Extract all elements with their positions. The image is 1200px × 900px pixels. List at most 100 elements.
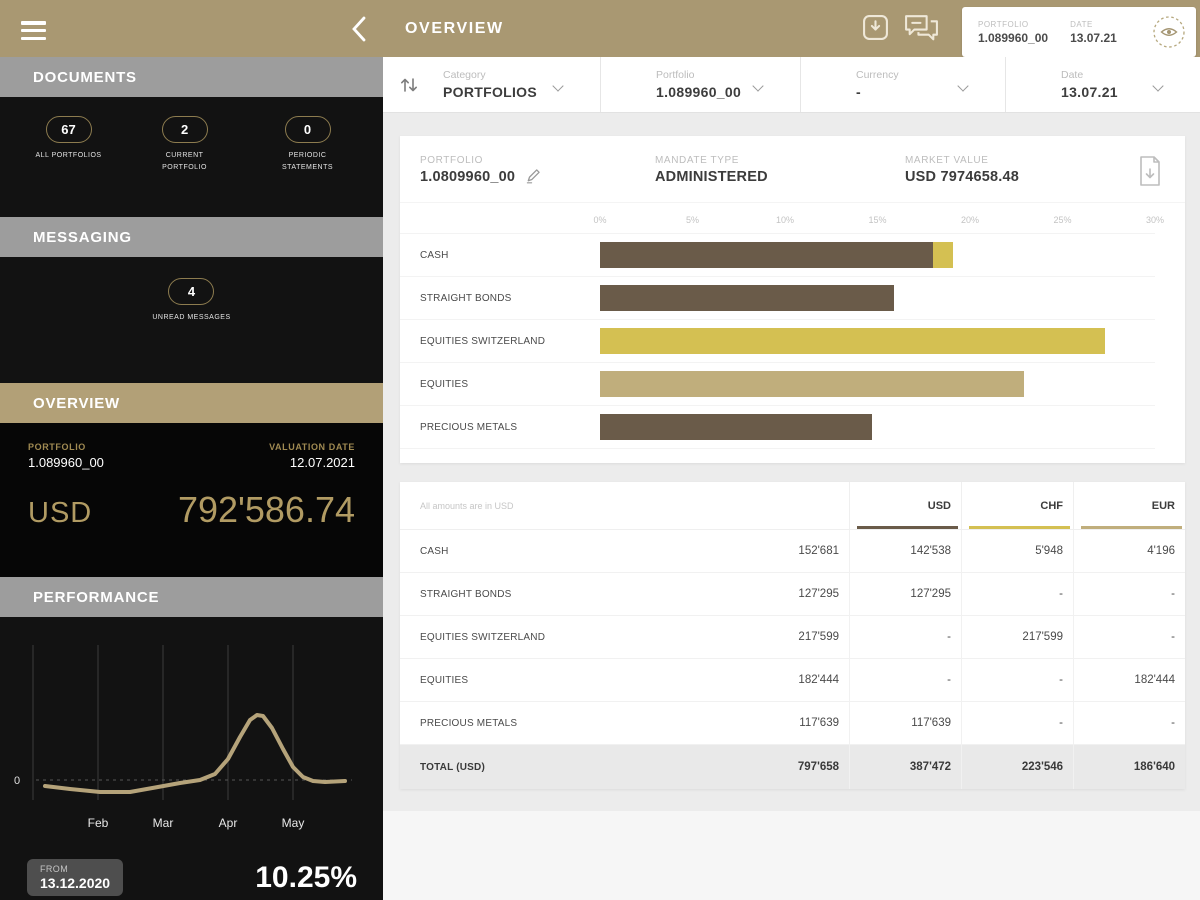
row-base-value: 152'681 [798, 545, 839, 557]
table-row: EQUITIES 182'444- -182'444 [400, 659, 1185, 702]
row-base-value: 217'599 [798, 631, 839, 643]
table-total-row: TOTAL (USD) 797'658 387'472 223'546 186'640 [400, 745, 1185, 789]
bar-segment [600, 414, 872, 440]
bar-label: STRAIGHT BONDS [420, 292, 512, 304]
sidebar-section-documents[interactable]: DOCUMENTS [0, 57, 383, 97]
menu-icon[interactable] [21, 17, 46, 44]
topbar-date-value: 13.07.21 [1070, 30, 1117, 45]
overview-currency: USD [28, 497, 93, 529]
detail-market-value: MARKET VALUE USD 7974658.48 [905, 155, 1137, 185]
chat-icon[interactable] [903, 13, 940, 42]
eye-icon[interactable] [1152, 15, 1186, 49]
document-download-icon[interactable] [862, 14, 889, 41]
sidebar-section-messaging[interactable]: MESSAGING [0, 217, 383, 257]
currency-column-eur[interactable]: EUR [1073, 482, 1185, 529]
filter-value: PORTFOLIOS [443, 84, 537, 100]
row-currency-value: 182'444 [1073, 659, 1185, 701]
row-base-value: 182'444 [798, 674, 839, 686]
documents-badge[interactable]: 67 ALL PORTFOLIOS [35, 116, 101, 162]
row-label: CASH [420, 545, 449, 557]
performance-return: 10.25% [255, 860, 357, 894]
topbar-portfolio: PORTFOLIO 1.089960_00 [978, 20, 1048, 45]
documents-panel: 67 ALL PORTFOLIOS 2 CURRENT PORTFOLIO 0 PERIO… [0, 97, 383, 217]
filter-category[interactable]: Category PORTFOLIOS [435, 57, 600, 112]
edit-icon[interactable] [525, 167, 542, 184]
from-label: FROM [40, 864, 69, 874]
svg-text:Apr: Apr [219, 816, 238, 830]
back-icon[interactable] [351, 15, 367, 43]
badge-label: UNREAD MESSAGES [152, 314, 231, 321]
row-currency-value: 223'546 [961, 745, 1073, 789]
bar-segment [600, 371, 1024, 397]
detail-mandate-value: ADMINISTERED [655, 169, 768, 185]
sidebar-section-overview[interactable]: OVERVIEW [0, 383, 383, 423]
topbar-portfolio-value: 1.089960_00 [978, 30, 1049, 45]
axis-tick: 20% [960, 215, 980, 225]
filter-portfolio[interactable]: Portfolio 1.089960_00 [600, 57, 800, 112]
row-currency-value: 4'196 [1073, 530, 1185, 572]
currency-underline [1081, 526, 1182, 529]
bar-label: PRECIOUS METALS [420, 421, 518, 433]
axis-tick: 10% [775, 215, 795, 225]
row-currency-value: 117'639 [849, 702, 961, 744]
bar-row: STRAIGHT BONDS [400, 277, 1155, 320]
documents-badge[interactable]: 0 PERIODIC STATEMENTS [268, 116, 348, 174]
bar-track [600, 242, 1155, 268]
overview-portfolio-label: PORTFOLIO [28, 442, 86, 452]
overview-portfolio-value: 1.089960_00 [28, 455, 104, 470]
bar-segment [600, 285, 895, 311]
row-currency-value: - [961, 573, 1073, 615]
filter-label: Date [1061, 69, 1084, 81]
bar-track [600, 285, 1155, 311]
bar-segment [600, 328, 1106, 354]
detail-mandate-label: MANDATE TYPE [655, 155, 740, 166]
axis-tick: 15% [868, 215, 887, 225]
portfolio-detail-row: PORTFOLIO 1.0809960_00 MANDATE TYPE ADMI… [400, 136, 1185, 203]
overview-valuation-label: VALUATION DATE [269, 442, 355, 452]
badge-label: PERIODIC STATEMENTS [282, 152, 334, 171]
compare-arrows-icon[interactable] [383, 57, 435, 112]
detail-market-value-text: USD 7974658.48 [905, 169, 1020, 185]
messaging-badge[interactable]: 4 UNREAD MESSAGES [152, 278, 230, 324]
table-row: EQUITIES SWITZERLAND 217'599-217'599- [400, 616, 1185, 659]
currency-columns: USD CHF EUR [849, 482, 1185, 529]
row-currency-value: - [1073, 702, 1185, 744]
from-date-button[interactable]: FROM 13.12.2020 [27, 859, 124, 896]
bar-label: CASH [420, 249, 449, 261]
detail-market-label: MARKET VALUE [905, 155, 989, 166]
performance-title: PERFORMANCE [33, 588, 160, 606]
currency-column-chf[interactable]: CHF [961, 482, 1073, 529]
messaging-panel: 4 UNREAD MESSAGES [0, 257, 383, 383]
filter-bar: Category PORTFOLIOS Portfolio 1.089960_00 Cu… [383, 57, 1200, 113]
badge-count: 2 [161, 116, 208, 143]
from-value: 13.12.2020 [40, 875, 111, 891]
row-currency-value: 5'948 [961, 530, 1073, 572]
performance-chart: 0 Feb Mar Apr May [14, 645, 352, 830]
currency-underline [969, 526, 1070, 529]
currency-underline [857, 526, 958, 529]
bar-label: EQUITIES SWITZERLAND [420, 335, 546, 347]
filter-value: 1.089960_00 [656, 84, 742, 100]
filter-date[interactable]: Date 13.07.21 [1005, 57, 1200, 112]
messaging-title: MESSAGING [33, 228, 132, 246]
axis-tick: 25% [1053, 215, 1072, 225]
page-title: OVERVIEW [405, 20, 504, 37]
bar-row: EQUITIES SWITZERLAND [400, 320, 1155, 363]
bar-segment-secondary [933, 242, 954, 268]
sidebar-section-performance[interactable]: PERFORMANCE [0, 577, 383, 617]
download-report-icon[interactable] [1137, 155, 1163, 187]
topbar-date: DATE 13.07.21 [1070, 20, 1117, 45]
row-currency-value: - [1073, 573, 1185, 615]
app-root: OVERVIEW PORTFOLIO 1.089960_00 DATE 13.0… [0, 0, 1200, 900]
currency-column-usd[interactable]: USD [849, 482, 961, 529]
bar-segment [600, 242, 933, 268]
main-content: Category PORTFOLIOS Portfolio 1.089960_00 Cu… [383, 57, 1200, 900]
bar-row: EQUITIES [400, 363, 1155, 406]
bar-label: EQUITIES [420, 378, 469, 390]
portfolio-date-card[interactable]: PORTFOLIO 1.089960_00 DATE 13.07.21 [962, 7, 1196, 57]
performance-panel: 0 Feb Mar Apr May FROM 13.12.2020 10.25% [0, 617, 383, 900]
overview-title: OVERVIEW [33, 394, 120, 412]
documents-badge[interactable]: 2 CURRENT PORTFOLIO [145, 116, 225, 174]
row-currency-value: - [849, 616, 961, 658]
filter-currency[interactable]: Currency - [800, 57, 1005, 112]
